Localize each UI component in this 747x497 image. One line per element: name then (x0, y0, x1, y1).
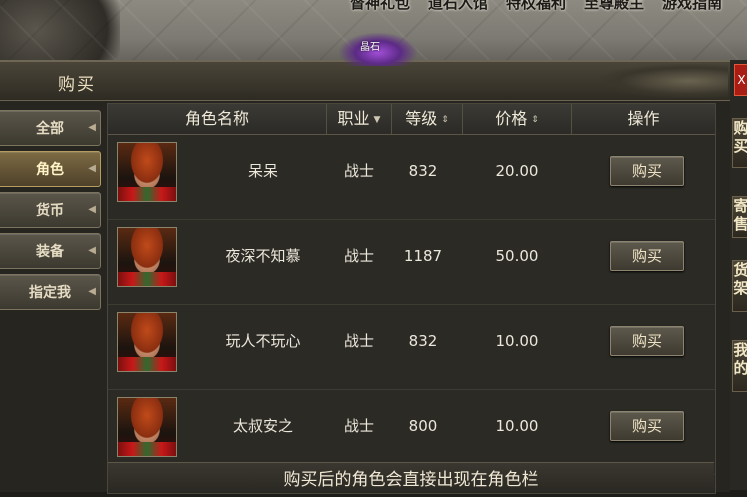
buy-button[interactable]: 购买 (610, 411, 684, 441)
chevron-left-icon: ◀ (88, 245, 96, 256)
top-menu-item[interactable]: 督神礼包 (350, 0, 410, 13)
row-level: 832 (408, 162, 438, 180)
row-job: 战士 (343, 162, 374, 180)
row-price: 10.00 (495, 332, 539, 350)
category-label: 货币 (36, 203, 64, 219)
title-ornament (600, 64, 728, 98)
side-tab-consign[interactable]: 寄售 (732, 196, 747, 238)
warrior-avatar-icon (117, 312, 177, 372)
chevron-left-icon: ◀ (88, 286, 96, 297)
chevron-left-icon: ◀ (88, 122, 96, 133)
buy-button[interactable]: 购买 (610, 156, 684, 186)
row-job: 战士 (343, 417, 374, 435)
warrior-avatar-icon (117, 227, 177, 287)
footer-notice: 购买后的角色会直接出现在角色栏 (108, 462, 714, 493)
side-tab-shelf[interactable]: 货架 (732, 260, 747, 312)
side-tab-mine[interactable]: 我的 (732, 340, 747, 392)
header-job-label: 职业 (337, 109, 370, 128)
row-name: 太叔安之 (232, 417, 293, 435)
header-price[interactable]: 价格 ⇕ (463, 104, 572, 134)
header-name: 角色名称 (108, 104, 327, 134)
row-name: 夜深不知慕 (225, 247, 301, 265)
row-level: 800 (408, 417, 438, 435)
warrior-avatar-icon (117, 397, 177, 457)
sort-updown-icon: ⇕ (441, 114, 449, 125)
side-tab-buy[interactable]: 购买 (732, 118, 747, 168)
header-name-label: 角色名称 (184, 109, 249, 128)
row-level: 1187 (403, 247, 443, 265)
table-row: 玩人不玩心 战士 832 10.00 购买 (108, 305, 715, 390)
header-action: 操作 (572, 104, 715, 134)
chevron-left-icon: ◀ (88, 163, 96, 174)
row-job: 战士 (343, 332, 374, 350)
category-label: 角色 (36, 162, 64, 178)
category-designated-button[interactable]: 指定我 ◀ (0, 274, 101, 310)
row-price: 10.00 (495, 417, 539, 435)
header-level-label: 等级 (405, 109, 438, 128)
header-job[interactable]: 职业 ▼ (327, 104, 392, 134)
category-label: 指定我 (29, 285, 71, 301)
top-menu-item[interactable]: 道石入馆 (428, 0, 488, 13)
listing-panel: 角色名称 职业 ▼ 等级 ⇕ 价格 ⇕ 操作 呆呆 战士 832 20.00 购买 (107, 103, 716, 494)
category-currency-button[interactable]: 货币 ◀ (0, 192, 101, 228)
sort-updown-icon: ⇕ (531, 114, 539, 125)
row-level: 832 (408, 332, 438, 350)
top-menu: 督神礼包 道石入馆 特权福利 至尊殿主 游戏指南 (350, 0, 722, 13)
table-row: 夜深不知慕 战士 1187 50.00 购买 (108, 220, 715, 305)
header-action-label: 操作 (627, 109, 660, 128)
top-menu-item[interactable]: 至尊殿主 (584, 0, 644, 13)
buy-button[interactable]: 购买 (610, 241, 684, 271)
window-title: 购买 (58, 75, 96, 95)
window-title-bar[interactable]: 购买 (0, 62, 730, 101)
category-equipment-button[interactable]: 装备 ◀ (0, 233, 101, 269)
table-header: 角色名称 职业 ▼ 等级 ⇕ 价格 ⇕ 操作 (108, 104, 715, 135)
top-menu-item[interactable]: 特权福利 (506, 0, 566, 13)
warrior-avatar-icon (117, 142, 177, 202)
row-price: 20.00 (495, 162, 539, 180)
header-price-label: 价格 (495, 109, 528, 128)
chevron-left-icon: ◀ (88, 204, 96, 215)
header-level[interactable]: 等级 ⇕ (392, 104, 463, 134)
top-menu-item[interactable]: 游戏指南 (662, 0, 722, 13)
player-character-name: 晶石 (360, 42, 380, 53)
category-label: 全部 (36, 121, 64, 137)
buy-button[interactable]: 购买 (610, 326, 684, 356)
row-price: 50.00 (495, 247, 539, 265)
chevron-down-icon: ▼ (373, 114, 381, 125)
row-name: 玩人不玩心 (225, 332, 301, 350)
close-button[interactable]: X (734, 64, 747, 96)
row-job: 战士 (343, 247, 374, 265)
category-role-button[interactable]: 角色 ◀ (0, 151, 101, 187)
table-row: 呆呆 战士 832 20.00 购买 (108, 135, 715, 220)
buy-window: 购买 全部 ◀ 角色 ◀ 货币 ◀ 装备 ◀ 指定我 ◀ 角色名称 职业 ▼ 等级… (0, 60, 730, 494)
category-all-button[interactable]: 全部 ◀ (0, 110, 101, 146)
row-name: 呆呆 (247, 162, 278, 180)
category-label: 装备 (36, 244, 64, 260)
